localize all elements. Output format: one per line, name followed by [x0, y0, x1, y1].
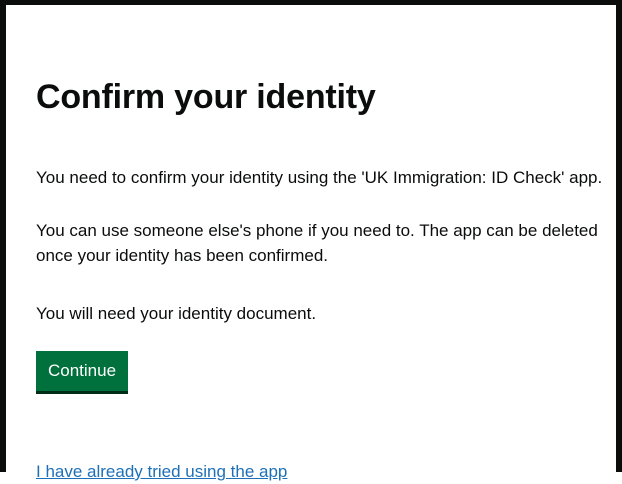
- page-title: Confirm your identity: [36, 78, 376, 116]
- intro-paragraph: You need to confirm your identity using …: [36, 168, 603, 187]
- document-info-paragraph: You will need your identity document.: [36, 304, 317, 323]
- page-frame: Confirm your identity You need to confir…: [0, 0, 622, 481]
- continue-button[interactable]: Continue: [36, 351, 129, 391]
- phone-info-paragraph: You can use someone else's phone if you …: [36, 221, 598, 265]
